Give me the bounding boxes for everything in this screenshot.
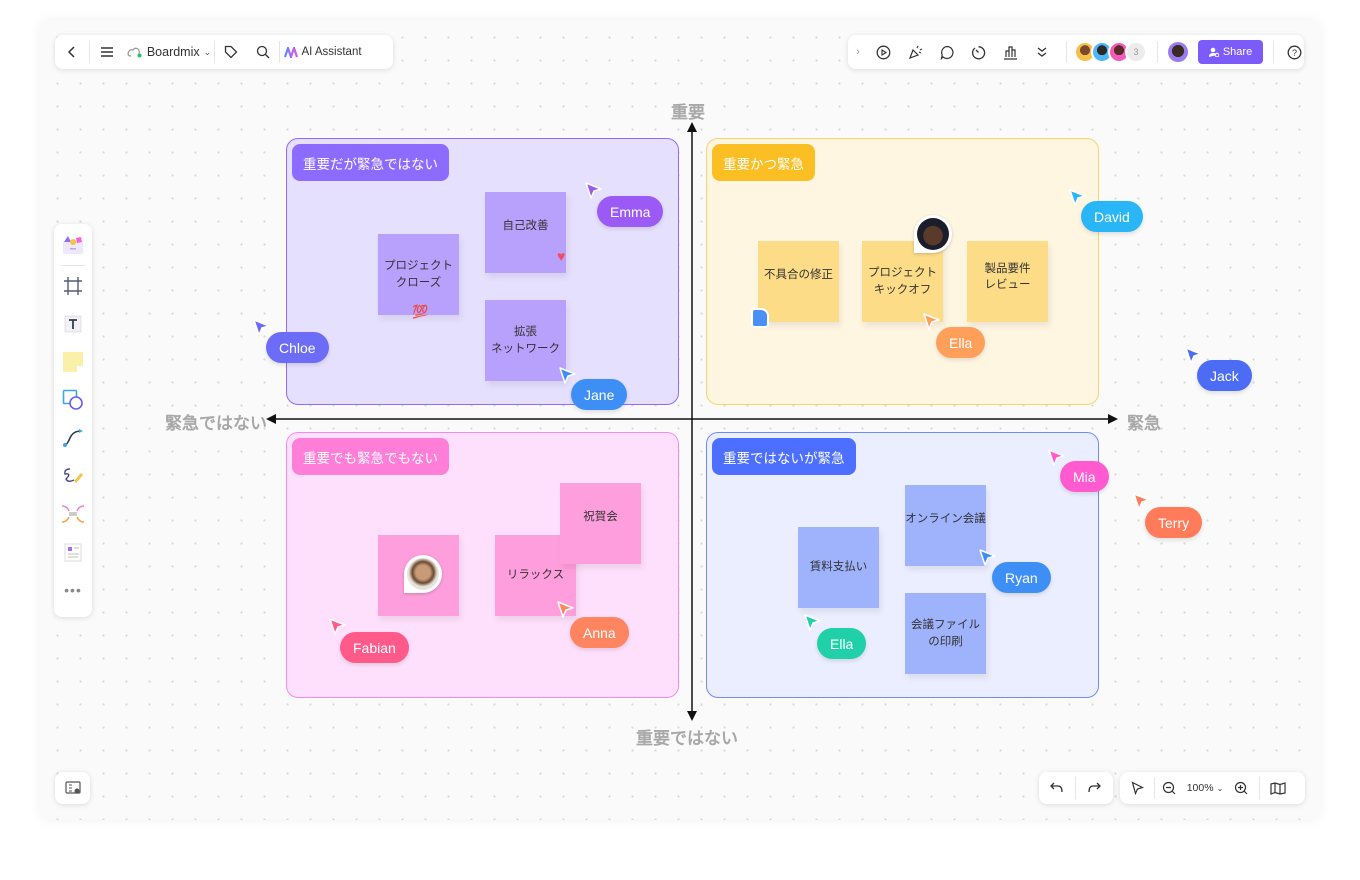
- comment-avatar[interactable]: [914, 215, 952, 253]
- cursor-arrow-icon: [979, 549, 996, 566]
- sticky-note[interactable]: 製品要件 レビュー: [967, 241, 1048, 322]
- sticky-note[interactable]: 祝賀会: [560, 483, 641, 564]
- axis-label-bottom: 重要ではない: [636, 729, 738, 748]
- arrow-left-icon: [266, 414, 276, 424]
- hundred-reaction-icon[interactable]: 💯: [412, 304, 428, 320]
- cursor-arrow-icon: [557, 601, 574, 618]
- arrow-right-icon: [1108, 414, 1118, 424]
- collaborator-cursor-label: Anna: [570, 617, 629, 648]
- sticky-note[interactable]: 拡張 ネットワーク: [485, 300, 566, 381]
- arrow-up-icon: [687, 122, 697, 132]
- collaborator-cursor-label: Jack: [1197, 360, 1252, 391]
- collaborator-cursor-label: Ella: [817, 628, 867, 659]
- sticky-note[interactable]: 自己改善: [485, 192, 566, 273]
- cursor-arrow-icon: [923, 313, 940, 330]
- quadrant-label: 重要でも緊急でもない: [292, 438, 449, 475]
- quadrant-label: 重要ではないが緊急: [712, 438, 856, 475]
- cursor-arrow-icon: [804, 614, 821, 631]
- arrow-down-icon: [687, 711, 697, 721]
- cursor-arrow-icon: [253, 319, 270, 336]
- collaborator-cursor-label: Jane: [571, 379, 628, 410]
- sticky-note[interactable]: 会議ファイル の印刷: [905, 593, 986, 674]
- comment-avatar[interactable]: [404, 555, 442, 593]
- collaborator-cursor-label: Terry: [1145, 507, 1203, 538]
- axis-label-right: 緊急: [1127, 414, 1161, 433]
- cursor-arrow-icon: [329, 618, 346, 635]
- collaborator-cursor-label: Ella: [936, 327, 986, 358]
- collaborator-cursor-label: Mia: [1060, 461, 1109, 492]
- collaborator-cursor-label: Emma: [597, 196, 664, 227]
- axis-label-top: 重要: [671, 103, 705, 122]
- collaborator-cursor-label: Chloe: [266, 332, 329, 363]
- sticky-note[interactable]: 賃料支払い: [798, 527, 879, 608]
- sticky-note[interactable]: プロジェクト キックオフ: [862, 241, 943, 322]
- thumbs-up-reaction-icon[interactable]: [751, 308, 769, 328]
- cursor-arrow-icon: [585, 182, 602, 199]
- quadrant-label: 重要だが緊急ではない: [292, 144, 449, 181]
- sticky-note[interactable]: プロジェクト クローズ: [378, 234, 459, 315]
- sticky-note[interactable]: 不具合の修正: [758, 241, 839, 322]
- cursor-arrow-icon: [1185, 347, 1202, 364]
- collaborator-cursor-label: Fabian: [340, 632, 409, 663]
- sticky-note[interactable]: オンライン会議: [905, 485, 986, 566]
- quadrant-label: 重要かつ緊急: [712, 144, 815, 181]
- axis-label-left: 緊急ではない: [165, 414, 267, 433]
- collaborator-cursor-label: David: [1081, 201, 1143, 232]
- cursor-arrow-icon: [1133, 493, 1150, 510]
- collaborator-cursor-label: Ryan: [992, 562, 1051, 593]
- heart-reaction-icon[interactable]: ♥: [557, 248, 565, 264]
- quadrant-important-not-urgent[interactable]: 重要だが緊急ではない: [286, 138, 679, 405]
